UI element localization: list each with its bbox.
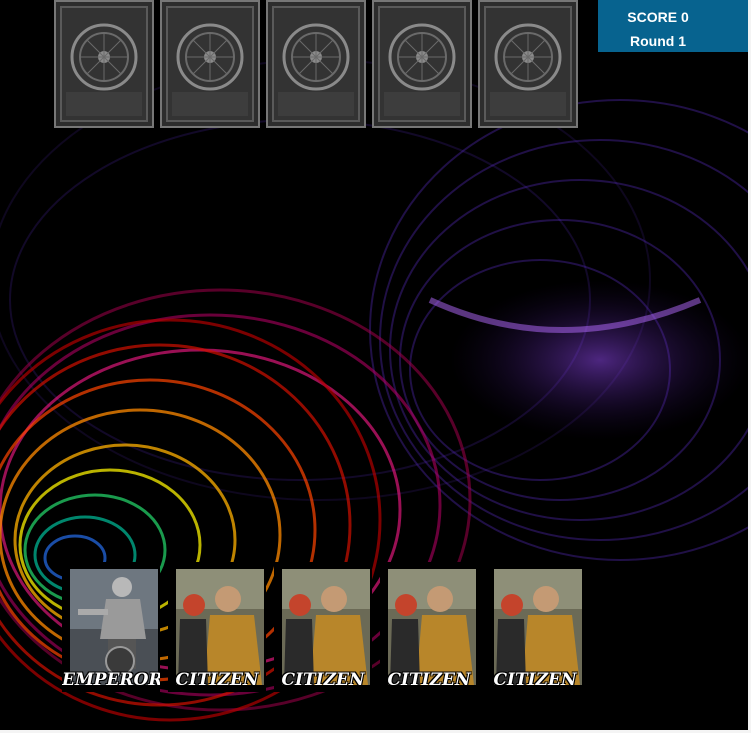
player-card-citizen[interactable]: CITIZEN (274, 562, 372, 692)
citizen-card-art (282, 569, 370, 685)
citizen-card-art (176, 569, 264, 685)
opponent-card-back[interactable] (372, 0, 472, 128)
opponent-card-back[interactable] (160, 0, 260, 128)
citizen-card-art (494, 569, 582, 685)
scoreboard: SCORE 0 Round 1 (598, 0, 748, 52)
round-label: Round 1 (630, 33, 686, 49)
player-card-citizen[interactable]: CITIZEN (380, 562, 478, 692)
card-label: CITIZEN (387, 670, 471, 690)
emperor-card-art (70, 569, 158, 685)
citizen-card-art (388, 569, 476, 685)
opponent-card-back[interactable] (54, 0, 154, 128)
card-back-emblem-icon (278, 23, 354, 116)
card-back-emblem-icon (490, 23, 566, 116)
card-back-emblem-icon (66, 23, 142, 116)
card-back-emblem-icon (172, 23, 248, 116)
player-card-citizen[interactable]: CITIZEN (486, 562, 584, 692)
card-label: CITIZEN (175, 670, 259, 690)
opponent-card-back[interactable] (478, 0, 578, 128)
card-back-emblem-icon (384, 23, 460, 116)
opponent-card-back[interactable] (266, 0, 366, 128)
player-card-emperor[interactable]: EMPEROR (62, 562, 160, 692)
player-card-citizen[interactable]: CITIZEN (168, 562, 266, 692)
card-label: CITIZEN (281, 670, 365, 690)
score-label: SCORE 0 (627, 9, 689, 25)
card-label: CITIZEN (493, 670, 577, 690)
card-label: EMPEROR (62, 670, 160, 690)
